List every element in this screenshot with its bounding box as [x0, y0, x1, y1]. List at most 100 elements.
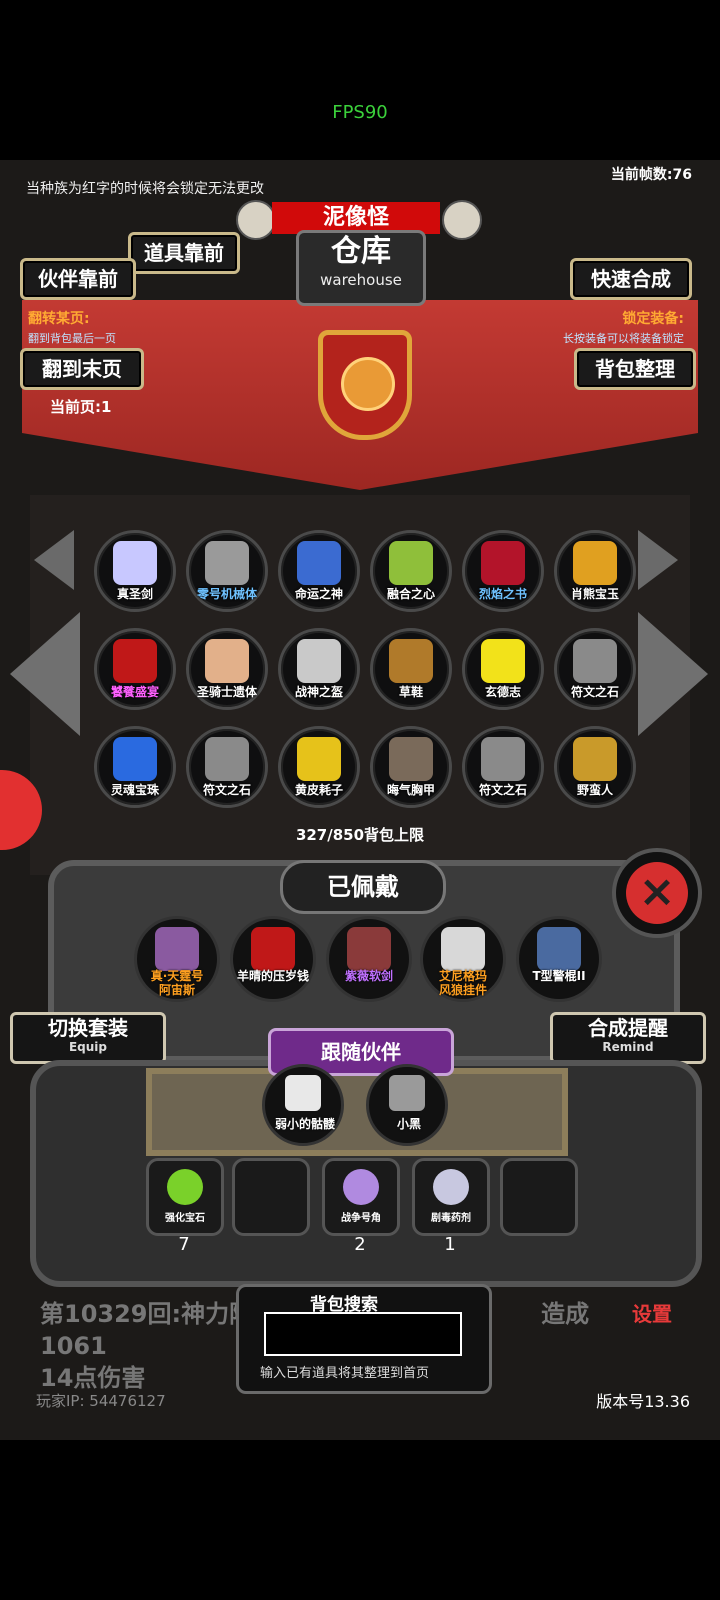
quick-bag-slot[interactable]: 战争号角 [322, 1158, 400, 1236]
next-page-small-arrow-icon[interactable] [638, 530, 678, 590]
companion-slot[interactable]: 小黑 [366, 1064, 448, 1146]
equipped-slot[interactable]: 艾尼格玛 风狼挂件 [420, 916, 506, 1002]
bag-sort-button[interactable]: 背包整理 [574, 348, 696, 390]
quick-bag-slot[interactable]: 剧毒药剂 [412, 1158, 490, 1236]
inventory-slot[interactable]: 符文之石 [462, 726, 544, 808]
item-label: 符文之石 [478, 783, 527, 797]
item-label: 饕餮盛宴 [110, 685, 159, 699]
inventory-slot[interactable]: 晦气胸甲 [370, 726, 452, 808]
companion-icon [285, 1075, 321, 1111]
item-label: 黄皮耗子 [294, 783, 343, 797]
item-label: 符文之石 [570, 685, 619, 699]
equipped-item-label: 真·天霆号 阿宙斯 [150, 969, 204, 997]
item-label: 肖熊宝玉 [570, 587, 619, 601]
equipped-item-label: T型警棍II [532, 969, 586, 983]
item-icon [297, 737, 341, 781]
companion-bar [146, 1068, 568, 1156]
item-label: 符文之石 [202, 783, 251, 797]
quick-bag-slot[interactable] [500, 1158, 578, 1236]
current-page: 当前页:1 [50, 398, 112, 416]
inventory-slot[interactable]: 真圣剑 [94, 530, 176, 612]
equipped-item-label: 羊晴的压岁钱 [236, 969, 309, 983]
switch-set-label: 切换套装 [48, 1016, 128, 1040]
inventory-slot[interactable]: 草鞋 [370, 628, 452, 710]
item-icon [389, 639, 433, 683]
companion-icon [389, 1075, 425, 1111]
game-view: 当种族为红字的时候将会锁定无法更改 当前帧数:76 泥像怪 仓库 warehou… [0, 160, 720, 1440]
equipped-slot[interactable]: 紫薇软剑 [326, 916, 412, 1002]
equipped-item-icon [251, 927, 295, 971]
inventory-slot[interactable]: 玄德志 [462, 628, 544, 710]
item-label: 真圣剑 [116, 587, 153, 601]
current-frame-rate: 当前帧数:76 [610, 167, 692, 183]
equipped-item-icon [441, 927, 485, 971]
flip-page-desc: 翻到背包最后一页 [28, 332, 116, 345]
race-lock-notice: 当种族为红字的时候将会锁定无法更改 [26, 181, 264, 197]
quick-bag-item-icon [343, 1169, 379, 1205]
equipped-slot[interactable]: T型警棍II [516, 916, 602, 1002]
inventory-slot[interactable]: 烈焰之书 [462, 530, 544, 612]
equipped-item-icon [155, 927, 199, 971]
quick-bag-slot[interactable]: 强化宝石 [146, 1158, 224, 1236]
item-label: 晦气胸甲 [386, 783, 435, 797]
quick-bag-item-label: 剧毒药剂 [431, 1213, 471, 1224]
equipped-title: 已佩戴 [280, 860, 446, 914]
inventory-slot[interactable]: 圣骑士遗体 [186, 628, 268, 710]
close-button[interactable]: × [612, 848, 702, 938]
skull-icon-right [442, 200, 482, 240]
partner-front-button[interactable]: 伙伴靠前 [20, 258, 136, 300]
item-icon [205, 639, 249, 683]
companion-label: 弱小的骷髅 [274, 1117, 335, 1131]
player-ip: 玩家IP: 54476127 [36, 1392, 166, 1410]
quick-bag-slot[interactable] [232, 1158, 310, 1236]
item-label: 零号机械体 [196, 587, 257, 601]
item-label: 烈焰之书 [478, 587, 527, 601]
inventory-slot[interactable]: 黄皮耗子 [278, 726, 360, 808]
switch-set-en: Equip [68, 1040, 108, 1054]
quick-bag-item-count: 2 [354, 1234, 366, 1255]
inventory-slot[interactable]: 符文之石 [554, 628, 636, 710]
item-icon [389, 541, 433, 585]
quick-bag-item-icon [167, 1169, 203, 1205]
item-icon [113, 541, 157, 585]
item-label: 灵魂宝珠 [110, 783, 159, 797]
item-label: 草鞋 [398, 685, 423, 699]
equipped-slot[interactable]: 羊晴的压岁钱 [230, 916, 316, 1002]
warehouse-title-en: warehouse [320, 271, 402, 289]
warehouse-title: 仓库 warehouse [296, 230, 426, 306]
inventory-slot[interactable]: 饕餮盛宴 [94, 628, 176, 710]
item-icon [573, 639, 617, 683]
inventory-slot[interactable]: 符文之石 [186, 726, 268, 808]
inventory-slot[interactable]: 战神之盔 [278, 628, 360, 710]
equipped-item-label: 艾尼格玛 风狼挂件 [438, 969, 487, 997]
item-label: 玄德志 [484, 685, 521, 699]
equipped-item-label: 紫薇软剑 [344, 969, 393, 983]
inventory-slot[interactable]: 融合之心 [370, 530, 452, 612]
inventory-slot[interactable]: 命运之神 [278, 530, 360, 612]
inventory-slot[interactable]: 灵魂宝珠 [94, 726, 176, 808]
flip-page-title: 翻转某页: [28, 311, 90, 327]
item-label: 野蛮人 [576, 783, 613, 797]
inventory-slot[interactable]: 肖熊宝玉 [554, 530, 636, 612]
next-page-arrow-icon[interactable] [638, 612, 708, 736]
item-icon [297, 541, 341, 585]
companion-slot[interactable]: 弱小的骷髅 [262, 1064, 344, 1146]
equipped-slot[interactable]: 真·天霆号 阿宙斯 [134, 916, 220, 1002]
items-front-button[interactable]: 道具靠前 [128, 232, 240, 274]
switch-set-button[interactable]: 切换套装 Equip [10, 1012, 166, 1064]
synth-remind-button[interactable]: 合成提醒 Remind [550, 1012, 706, 1064]
prev-page-small-arrow-icon[interactable] [34, 530, 74, 590]
item-label: 圣骑士遗体 [196, 685, 257, 699]
search-input[interactable] [264, 1312, 462, 1356]
inventory-slot[interactable]: 零号机械体 [186, 530, 268, 612]
bag-capacity: 327/850背包上限 [295, 826, 425, 844]
companion-label: 小黑 [396, 1117, 421, 1131]
close-icon: × [626, 862, 688, 924]
settings-button[interactable]: 设置 [632, 1298, 672, 1327]
lock-equip-title: 锁定装备: [622, 311, 684, 327]
flip-last-page-button[interactable]: 翻到末页 [20, 348, 144, 390]
inventory-slot[interactable]: 野蛮人 [554, 726, 636, 808]
skull-icon-left [236, 200, 276, 240]
quick-synth-button[interactable]: 快速合成 [570, 258, 692, 300]
prev-page-arrow-icon[interactable] [10, 612, 80, 736]
